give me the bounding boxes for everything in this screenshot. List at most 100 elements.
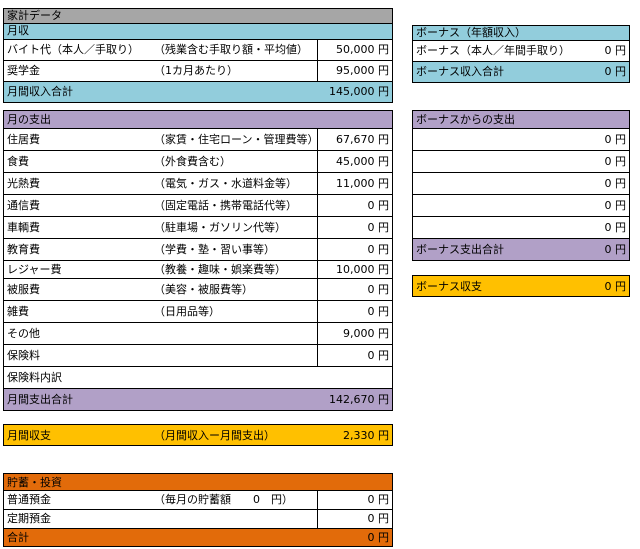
expenses-total-row: 月間支出合計 142,670 円: [3, 389, 393, 411]
expense-row[interactable]: 被服費 （美容・被服費等） 0 円: [3, 279, 393, 301]
income-total-row: 月間収入合計 145,000 円: [3, 82, 393, 103]
expense-note: （駐車場・ガソリン代等）: [154, 221, 286, 234]
expense-value[interactable]: 0 円: [317, 195, 392, 216]
income-row[interactable]: バイト代（本人／手取り） （残業含む手取り額・平均値） 50,000 円: [3, 40, 393, 61]
income-section: 家計データ 月収 バイト代（本人／手取り） （残業含む手取り額・平均値） 50,…: [3, 8, 393, 103]
insurance-detail-label: 保険料内訳: [7, 371, 62, 384]
expenses-total-label: 月間支出合計: [7, 393, 73, 406]
expenses-section: 月の支出 住居費 （家賃・住宅ローン・管理費等） 67,670 円 食費 （外食…: [3, 110, 393, 411]
expense-value[interactable]: 11,000 円: [317, 173, 392, 194]
bonus-expense-row[interactable]: 0 円: [412, 129, 630, 151]
bonus-expense-value[interactable]: 0 円: [605, 129, 627, 150]
bonus-income-row[interactable]: ボーナス（本人／年間手取り） 0 円: [412, 41, 630, 62]
expense-value[interactable]: 0 円: [317, 345, 392, 366]
bonus-expenses-header-label: ボーナスからの支出: [416, 113, 515, 126]
expenses-header-label: 月の支出: [7, 113, 51, 126]
savings-total-value: 0 円: [367, 531, 390, 544]
expense-label: 雑費: [7, 305, 29, 318]
bonus-expense-value[interactable]: 0 円: [605, 217, 627, 238]
expense-row[interactable]: 住居費 （家賃・住宅ローン・管理費等） 67,670 円: [3, 129, 393, 151]
expense-note: （外食費含む）: [154, 155, 231, 168]
income-row-note: （1カ月あたり）: [154, 64, 238, 77]
income-header: 月収: [3, 24, 393, 40]
bonus-expense-row[interactable]: 0 円: [412, 173, 630, 195]
bonus-income-total-value: 0 円: [604, 65, 627, 78]
savings-label: 定期預金: [7, 512, 51, 525]
bonus-income-section: ボーナス（年額収入） ボーナス（本人／年間手取り） 0 円 ボーナス収入合計 0…: [412, 25, 630, 83]
bonus-balance-value: 0 円: [604, 280, 627, 293]
bonus-expense-value[interactable]: 0 円: [605, 195, 627, 216]
expense-note: （教養・趣味・娯楽費等）: [154, 263, 286, 276]
income-row-label: バイト代（本人／手取り）: [7, 43, 139, 56]
sheet-title: 家計データ: [3, 8, 393, 24]
expense-row[interactable]: 雑費 （日用品等） 0 円: [3, 301, 393, 323]
bonus-expenses-total-label: ボーナス支出合計: [416, 243, 504, 256]
savings-row[interactable]: 普通預金 （毎月の貯蓄額 0 円） 0 円: [3, 491, 393, 510]
bonus-expense-value[interactable]: 0 円: [605, 173, 627, 194]
bonus-income-label: ボーナス（本人／年間手取り）: [416, 44, 570, 57]
bonus-balance-row: ボーナス収支 0 円: [412, 275, 630, 297]
expense-label: 光熱費: [7, 177, 40, 190]
bonus-expenses-total-value: 0 円: [604, 243, 627, 256]
monthly-balance-note: （月間収入ー月間支出）: [154, 429, 275, 442]
expense-row[interactable]: 通信費 （固定電話・携帯電話代等） 0 円: [3, 195, 393, 217]
insurance-detail-row[interactable]: 保険料内訳: [3, 367, 393, 389]
expense-row[interactable]: 車輌費 （駐車場・ガソリン代等） 0 円: [3, 217, 393, 239]
bonus-expenses-total-row: ボーナス支出合計 0 円: [412, 239, 630, 261]
income-total-label: 月間収入合計: [7, 85, 73, 98]
expense-label: 住居費: [7, 133, 40, 146]
expense-row[interactable]: 保険料 0 円: [3, 345, 393, 367]
expense-label: レジャー費: [7, 263, 62, 276]
bonus-expense-row[interactable]: 0 円: [412, 195, 630, 217]
expense-value[interactable]: 45,000 円: [317, 151, 392, 172]
expense-note: （学費・塾・習い事等）: [154, 243, 275, 256]
expense-value[interactable]: 0 円: [317, 239, 392, 260]
expense-row[interactable]: 食費 （外食費含む） 45,000 円: [3, 151, 393, 173]
savings-row[interactable]: 定期預金 0 円: [3, 510, 393, 529]
bonus-income-total-label: ボーナス収入合計: [416, 65, 504, 78]
savings-value[interactable]: 0 円: [317, 510, 392, 528]
savings-note: （毎月の貯蓄額 0 円）: [154, 493, 293, 506]
expense-value[interactable]: 67,670 円: [317, 129, 392, 150]
savings-value[interactable]: 0 円: [317, 491, 392, 509]
expense-row[interactable]: レジャー費 （教養・趣味・娯楽費等） 10,000 円: [3, 261, 393, 279]
expense-note: （電気・ガス・水道料金等）: [154, 177, 297, 190]
expense-label: 通信費: [7, 199, 40, 212]
bonus-income-header: ボーナス（年額収入）: [412, 25, 630, 41]
savings-total-row: 合計 0 円: [3, 529, 393, 547]
expense-row[interactable]: 光熱費 （電気・ガス・水道料金等） 11,000 円: [3, 173, 393, 195]
expenses-header: 月の支出: [3, 110, 393, 129]
expense-label: その他: [7, 327, 40, 340]
monthly-balance-label: 月間収支: [7, 429, 51, 442]
expense-value[interactable]: 0 円: [317, 279, 392, 300]
expense-value[interactable]: 0 円: [317, 217, 392, 238]
savings-label: 普通預金: [7, 493, 51, 506]
monthly-balance-value: 2,330 円: [343, 429, 389, 442]
bonus-expense-value[interactable]: 0 円: [605, 151, 627, 172]
expense-value[interactable]: 10,000 円: [317, 261, 392, 278]
expense-value[interactable]: 0 円: [317, 301, 392, 322]
bonus-income-value[interactable]: 0 円: [605, 41, 627, 61]
expense-value[interactable]: 9,000 円: [317, 323, 392, 344]
bonus-expense-row[interactable]: 0 円: [412, 217, 630, 239]
expense-note: （家賃・住宅ローン・管理費等）: [154, 133, 319, 146]
expense-row[interactable]: その他 9,000 円: [3, 323, 393, 345]
bonus-balance-section: ボーナス収支 0 円: [412, 275, 630, 297]
expense-row[interactable]: 教育費 （学費・塾・習い事等） 0 円: [3, 239, 393, 261]
expense-label: 教育費: [7, 243, 40, 256]
monthly-balance-section: 月間収支 （月間収入ー月間支出） 2,330 円: [3, 424, 393, 446]
bonus-expense-row[interactable]: 0 円: [412, 151, 630, 173]
expenses-total-value: 142,670 円: [329, 393, 389, 406]
bonus-expenses-section: ボーナスからの支出 0 円 0 円 0 円 0 円 0 円 ボーナス支出合計 0…: [412, 110, 630, 261]
expense-label: 保険料: [7, 349, 40, 362]
income-row[interactable]: 奨学金 （1カ月あたり） 95,000 円: [3, 61, 393, 82]
monthly-balance-row: 月間収支 （月間収入ー月間支出） 2,330 円: [3, 424, 393, 446]
expense-label: 車輌費: [7, 221, 40, 234]
savings-header: 貯蓄・投資: [3, 473, 393, 491]
bonus-income-total-row: ボーナス収入合計 0 円: [412, 62, 630, 83]
income-row-label: 奨学金: [7, 64, 40, 77]
income-row-value[interactable]: 50,000 円: [317, 40, 392, 60]
expense-label: 食費: [7, 155, 29, 168]
income-row-value[interactable]: 95,000 円: [317, 61, 392, 81]
savings-total-label: 合計: [7, 531, 29, 544]
